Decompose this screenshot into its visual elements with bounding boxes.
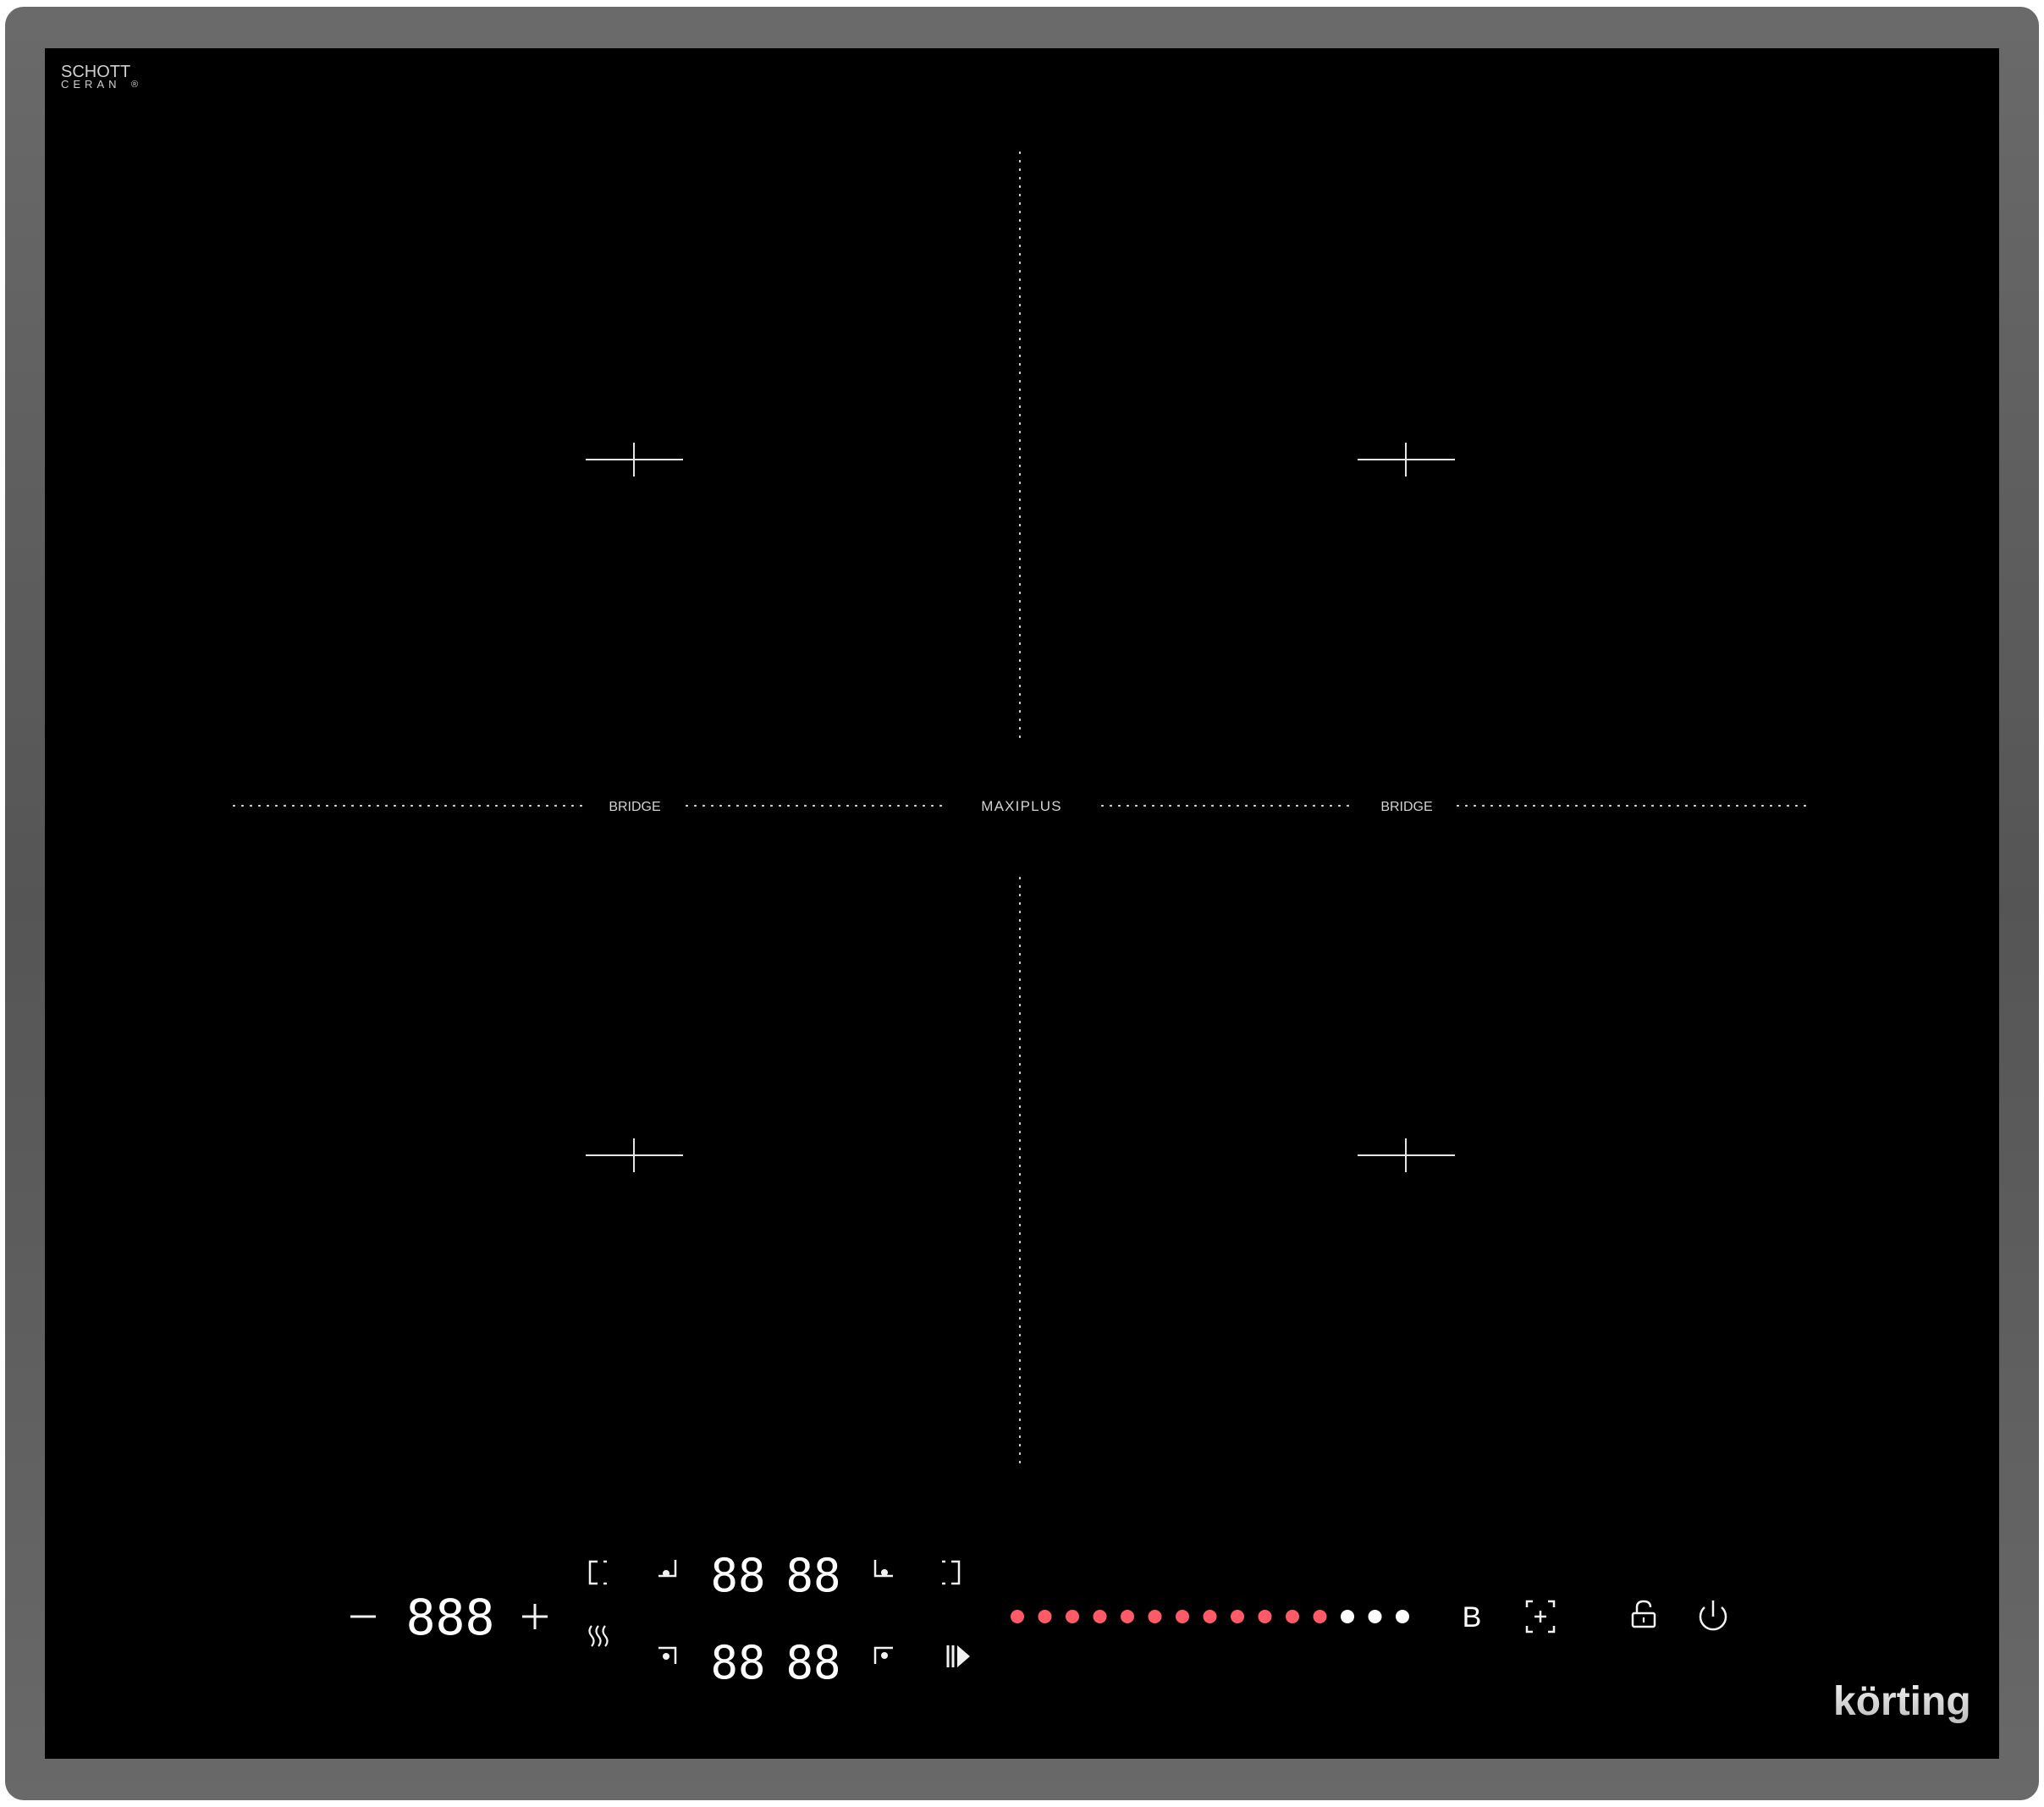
slider-dot[interactable] [1341,1610,1354,1623]
slider-dot[interactable] [1286,1610,1299,1623]
timer-top-right-display: 88 [785,1549,840,1602]
timer-top-left-display: 88 [710,1549,765,1602]
power-slider[interactable] [1011,1610,1409,1623]
slider-dot[interactable] [1176,1610,1189,1623]
slider-dot[interactable] [1203,1610,1217,1623]
power-level-display: 888 [406,1589,495,1646]
slider-dot[interactable] [1038,1610,1052,1623]
slider-dot[interactable] [1011,1610,1024,1623]
bridge-button[interactable]: B [1463,1601,1482,1633]
slider-dot[interactable] [1093,1610,1107,1623]
slider-dot[interactable] [1396,1610,1409,1623]
slider-dot[interactable] [1121,1610,1134,1623]
timer-bottom-left-display: 88 [710,1636,765,1689]
bridge-label-right: BRIDGE [1380,800,1432,814]
ceran-mark: ® [131,80,138,90]
ceran-label: CERAN [61,78,121,91]
slider-dot[interactable] [1148,1610,1162,1623]
slider-dot[interactable] [1313,1610,1327,1623]
timer-bottom-right-display: 88 [785,1636,840,1689]
slider-dot[interactable] [1066,1610,1079,1623]
slider-dot[interactable] [1368,1610,1382,1623]
maxiplus-label: MAXIPLUS [981,798,1062,814]
bridge-label-left: BRIDGE [609,800,660,814]
slider-dot[interactable] [1231,1610,1244,1623]
cooktop-panel: SCHOTT CERAN ® körting BRIDGE MAXIPLUS B… [5,7,2039,1800]
korting-logo: körting [1833,1679,1971,1724]
slider-dot[interactable] [1258,1610,1272,1623]
glass-surface [45,48,1999,1759]
